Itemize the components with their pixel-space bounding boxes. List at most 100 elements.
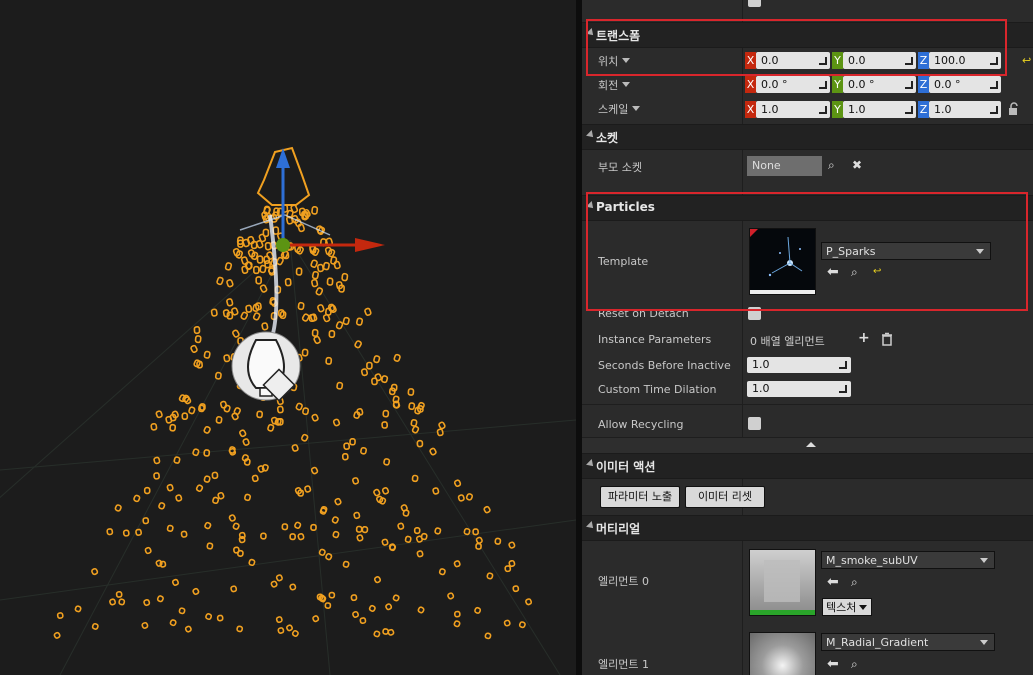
spark-particle (411, 425, 420, 434)
spark-particle (150, 422, 158, 431)
particle-system-billboard-icon[interactable] (231, 331, 301, 402)
seconds-before-inactive-label: Seconds Before Inactive (598, 359, 731, 372)
spark-particle (210, 308, 218, 317)
browse-icon[interactable]: ⌕ (828, 158, 835, 172)
column-divider[interactable] (742, 0, 743, 675)
location-vector: X 0.0 Y 0.0 Z 100.0 (745, 52, 1003, 69)
spark-particle (238, 531, 246, 540)
spark-particle (342, 316, 350, 326)
spark-particle (212, 496, 220, 505)
reset-emitter-button[interactable]: 이미터 리셋 (685, 486, 765, 508)
texture-dropdown-button[interactable]: 텍스처 (822, 598, 872, 616)
spark-particle (525, 598, 533, 606)
spark-particle (385, 603, 393, 611)
spark-particle (301, 313, 310, 322)
instance-parameters-label: Instance Parameters (598, 333, 712, 346)
material-asset-dropdown[interactable]: M_smoke_subUV (821, 551, 995, 569)
spark-particle (118, 598, 126, 606)
spark-particle (192, 448, 200, 457)
spark-particle (382, 409, 390, 418)
scale-x-field[interactable]: 1.0 (756, 101, 830, 118)
spark-particle (512, 585, 520, 593)
spark-particle (453, 479, 462, 488)
spark-particle (122, 529, 130, 537)
rotation-y-field[interactable]: 0.0 ° (843, 76, 916, 93)
spark-particle (153, 456, 161, 465)
viewport-scene[interactable] (0, 0, 576, 675)
scale-z-field[interactable]: 1.0 (929, 101, 1001, 118)
reset-arrow-icon[interactable]: ↩ (873, 265, 881, 279)
spark-particle (204, 521, 212, 530)
browse-icon[interactable]: ⌕ (851, 265, 858, 279)
divider (582, 404, 1033, 405)
category-materials[interactable]: 머티리얼 (582, 515, 1033, 541)
browse-icon[interactable]: ⌕ (851, 575, 858, 589)
clear-icon[interactable]: ✖ (852, 158, 862, 172)
use-selected-arrow-icon[interactable]: ⬅ (827, 575, 839, 589)
spark-particle (432, 487, 440, 495)
category-title: 이미터 액션 (596, 460, 656, 474)
allow-recycling-checkbox[interactable] (748, 417, 761, 430)
lock-icon[interactable] (1006, 102, 1020, 116)
use-selected-arrow-icon[interactable]: ⬅ (827, 265, 839, 279)
spark-particle (203, 425, 211, 434)
location-x-field[interactable]: 0.0 (756, 52, 830, 69)
category-particles[interactable]: Particles (582, 195, 1033, 221)
rotation-label[interactable]: 회전 (598, 77, 630, 93)
browse-icon[interactable]: ⌕ (851, 657, 858, 671)
reset-arrow-icon[interactable]: ↩ (1022, 54, 1031, 68)
template-thumbnail[interactable] (749, 228, 816, 295)
spark-particle (465, 493, 474, 501)
spark-particle (311, 270, 320, 280)
reset-on-detach-checkbox[interactable] (748, 307, 761, 320)
spark-particle (315, 287, 324, 296)
seconds-before-inactive-field[interactable]: 1.0 (747, 357, 851, 373)
spark-particle (159, 560, 167, 568)
rotation-z-field[interactable]: 0.0 ° (929, 76, 1001, 93)
spark-particle (402, 509, 410, 517)
spark-particle (261, 322, 269, 331)
translate-gizmo[interactable] (276, 148, 385, 252)
custom-time-dilation-field[interactable]: 1.0 (747, 381, 851, 397)
use-selected-arrow-icon[interactable]: ⬅ (827, 657, 839, 671)
level-viewport[interactable] (0, 0, 576, 675)
spark-particle (244, 493, 252, 502)
spark-particle (397, 522, 405, 530)
spark-particle (263, 255, 271, 265)
location-label[interactable]: 위치 (598, 53, 630, 69)
allow-recycling-label: Allow Recycling (598, 418, 684, 431)
scale-y-field[interactable]: 1.0 (843, 101, 916, 118)
template-asset-dropdown[interactable]: P_Sparks (821, 242, 991, 260)
location-y-field[interactable]: 0.0 (843, 52, 916, 69)
trash-icon[interactable] (880, 332, 894, 346)
spark-particle (311, 206, 319, 215)
category-socket[interactable]: 소켓 (582, 124, 1033, 150)
spark-particle (352, 610, 360, 618)
spark-particle (74, 605, 82, 613)
spark-particle (322, 261, 330, 271)
top-checkbox[interactable] (748, 0, 761, 7)
spark-particle (232, 329, 240, 338)
axis-z-label: Z (918, 52, 929, 69)
material-thumbnail[interactable] (749, 549, 816, 616)
location-z-field[interactable]: 100.0 (929, 52, 1001, 69)
expose-parameters-button[interactable]: 파라미터 노출 (600, 486, 680, 508)
add-icon[interactable]: + (858, 331, 870, 345)
category-emitter-actions[interactable]: 이미터 액션 (582, 453, 1033, 479)
spark-particle (169, 619, 177, 627)
spark-particle (56, 612, 64, 619)
spark-particle (247, 235, 255, 245)
advanced-collapse-bar[interactable] (582, 437, 1033, 453)
spark-particle (192, 587, 200, 596)
category-title: 트랜스폼 (596, 29, 641, 43)
spark-particle (349, 438, 356, 446)
rotation-x-field[interactable]: 0.0 ° (756, 76, 830, 93)
parent-socket-field[interactable]: None (747, 156, 822, 176)
material-thumbnail[interactable] (749, 632, 816, 675)
category-transform[interactable]: 트랜스폼 (582, 22, 1033, 48)
material-asset-dropdown[interactable]: M_Radial_Gradient (821, 633, 995, 651)
spark-particle (286, 624, 293, 632)
scale-label[interactable]: 스케일 (598, 101, 640, 117)
spark-particle (341, 272, 349, 282)
spark-particle (393, 353, 401, 362)
